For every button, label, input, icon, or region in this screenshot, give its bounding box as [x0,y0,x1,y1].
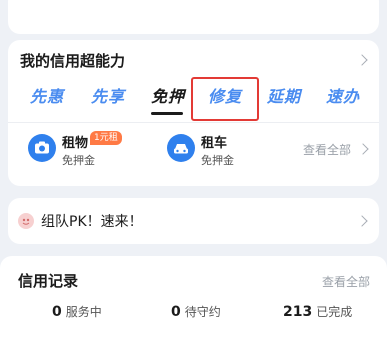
stat-in-service[interactable]: 0 服务中 [52,301,102,320]
tab-suban[interactable]: 速办 [326,83,360,107]
stat-pending[interactable]: 0 待守约 [171,301,221,320]
top-card [8,0,379,34]
tab-xianhui[interactable]: 先惠 [30,83,64,107]
service-name: 租物 [62,136,89,151]
stat-value: 213 [283,304,313,320]
chevron-right-icon[interactable] [357,143,369,155]
credit-ability-title: 我的信用超能力 [20,52,126,70]
divider [8,122,379,123]
stat-value: 0 [52,304,62,320]
team-pk-icon [18,213,34,229]
credit-record-card: 信用记录 查看全部 0 服务中 0 待守约 213 已完成 [0,256,387,356]
active-tab-indicator [151,112,183,115]
service-subtitle: 免押金 [62,154,95,167]
service-car-item[interactable]: 租车 免押金 [167,131,267,171]
service-name: 租车 [201,136,228,151]
car-icon [167,134,195,162]
highlight-box [191,77,259,121]
credit-record-title: 信用记录 [18,272,79,290]
tab-xianxiang[interactable]: 先享 [91,83,125,107]
service-rent-item[interactable]: 租物 1元租 免押金 [28,131,148,171]
tab-yanqi[interactable]: 延期 [267,83,301,107]
stat-label: 服务中 [65,305,102,319]
chevron-right-icon[interactable] [356,215,368,227]
stat-completed[interactable]: 213 已完成 [283,301,352,320]
view-all-link[interactable]: 查看全部 [303,141,351,158]
promo-badge: 1元租 [90,131,122,145]
chevron-right-icon[interactable] [356,54,368,66]
tab-mianya[interactable]: 免押 [151,83,185,107]
view-all-link[interactable]: 查看全部 [322,273,370,290]
stat-label: 已完成 [316,305,353,319]
credit-ability-card: 我的信用超能力 先惠 先享 免押 修复 延期 速办 租物 1元租 免押金 租车 … [8,40,379,186]
team-pk-card[interactable]: 组队PK！速来！ [8,198,379,244]
stat-label: 待守约 [184,305,221,319]
team-pk-text: 组队PK！速来！ [41,214,143,230]
service-subtitle: 免押金 [201,154,234,167]
camera-icon [28,134,56,162]
stat-value: 0 [171,304,181,320]
